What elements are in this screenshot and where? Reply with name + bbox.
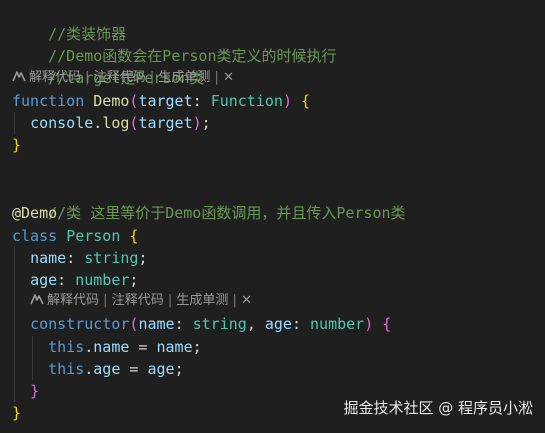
- type-string: string: [84, 249, 139, 267]
- arg-target: target: [138, 114, 193, 132]
- keyword-class: class: [12, 227, 58, 245]
- type-function: Function: [210, 92, 283, 110]
- lens-separator: |: [149, 70, 155, 85]
- code-line-16[interactable]: }: [12, 380, 39, 402]
- lens-separator: |: [167, 293, 173, 308]
- value-name: name: [156, 338, 193, 356]
- comment-text: //类 这里等价于Demo函数调用，并且传入Person类: [48, 204, 406, 222]
- explain-code-link[interactable]: 解释代码: [47, 293, 99, 308]
- brace-close: }: [30, 382, 40, 400]
- code-line-4[interactable]: function Demo(target: Function) {: [12, 90, 310, 112]
- lens-separator: |: [85, 70, 90, 85]
- colon: :: [174, 315, 193, 333]
- semicolon: ;: [174, 360, 184, 378]
- assign: =: [120, 360, 148, 378]
- brace-open: {: [301, 92, 311, 110]
- type-number: number: [75, 271, 130, 289]
- code-editor[interactable]: //类装饰器 //Demo函数会在Person类定义的时候执行 //target…: [0, 0, 545, 433]
- brace-close: }: [12, 404, 22, 422]
- member-name: name: [93, 338, 130, 356]
- close-icon[interactable]: ✕: [223, 70, 234, 85]
- code-line-9[interactable]: @Demo: [12, 202, 57, 224]
- keyword-function: function: [12, 92, 85, 110]
- brace-open: {: [382, 315, 392, 333]
- code-line-6[interactable]: }: [12, 134, 21, 156]
- type-number: number: [310, 315, 365, 333]
- generate-test-link[interactable]: 生成单测: [158, 70, 210, 85]
- property-age: age: [30, 271, 58, 289]
- brace-open: {: [129, 227, 139, 245]
- paren-close: ): [282, 92, 292, 110]
- colon: :: [291, 315, 311, 333]
- code-line-15[interactable]: this.age = age;: [12, 358, 184, 380]
- code-line-2[interactable]: //Demo函数会在Person类定义的时候执行: [12, 23, 336, 65]
- semicolon: ;: [138, 249, 148, 267]
- code-line-12[interactable]: age: number;: [12, 269, 138, 291]
- codelens-bar: 解释代码 | 注释代码 | 生成单测 | ✕: [12, 68, 234, 88]
- param-age: age: [264, 315, 292, 333]
- semicolon: ;: [192, 338, 202, 356]
- lens-separator: |: [214, 70, 219, 85]
- colon: :: [57, 271, 76, 289]
- param-name: name: [138, 315, 175, 333]
- keyword-constructor: constructor: [30, 315, 130, 333]
- comma: ,: [246, 315, 265, 333]
- sparkle-icon: [12, 71, 26, 82]
- comment-code-link[interactable]: 注释代码: [112, 293, 164, 308]
- property-name: name: [30, 249, 67, 267]
- type-string: string: [192, 315, 247, 333]
- generate-test-link[interactable]: 生成单测: [176, 293, 228, 308]
- code-line-3[interactable]: //target是Person类: [12, 45, 204, 87]
- semicolon: ;: [201, 114, 211, 132]
- lens-separator: |: [103, 293, 108, 308]
- log-method: log: [102, 114, 130, 132]
- value-age: age: [147, 360, 175, 378]
- paren-close: ): [364, 315, 374, 333]
- code-line-5[interactable]: console.log(target);: [12, 112, 211, 134]
- codelens-bar: 解释代码 | 注释代码 | 生成单测 | ✕: [30, 291, 252, 311]
- function-name: Demo: [93, 92, 130, 110]
- keyword-this: this: [48, 338, 85, 356]
- colon: :: [66, 249, 85, 267]
- dot: .: [93, 114, 103, 132]
- code-line-11[interactable]: name: string;: [12, 247, 147, 269]
- code-line-10[interactable]: class Person {: [12, 225, 138, 247]
- code-line-1[interactable]: //类装饰器: [12, 1, 126, 43]
- semicolon: ;: [129, 271, 139, 289]
- watermark: 掘金技术社区 @ 程序员小淞: [343, 399, 533, 417]
- code-line-14[interactable]: this.name = name;: [12, 336, 202, 358]
- sparkle-icon: [30, 294, 44, 305]
- paren-close: ): [192, 114, 202, 132]
- dot: .: [84, 360, 94, 378]
- console-object: console: [30, 114, 94, 132]
- decorator: @Demo: [12, 204, 58, 222]
- assign: =: [129, 338, 157, 356]
- class-name: Person: [66, 227, 121, 245]
- dot: .: [84, 338, 94, 356]
- colon: :: [192, 92, 211, 110]
- code-line-13[interactable]: constructor(name: string, age: number) {: [12, 313, 391, 335]
- lens-separator: |: [232, 293, 237, 308]
- param-target: target: [138, 92, 193, 110]
- close-icon[interactable]: ✕: [241, 293, 252, 308]
- comment-code-link[interactable]: 注释代码: [94, 70, 146, 85]
- code-line-8[interactable]: //类 这里等价于Demo函数调用，并且传入Person类: [12, 180, 405, 222]
- explain-code-link[interactable]: 解释代码: [29, 70, 81, 85]
- keyword-this: this: [48, 360, 85, 378]
- brace-close: }: [12, 136, 22, 154]
- code-line-17[interactable]: }: [12, 402, 21, 424]
- member-age: age: [93, 360, 121, 378]
